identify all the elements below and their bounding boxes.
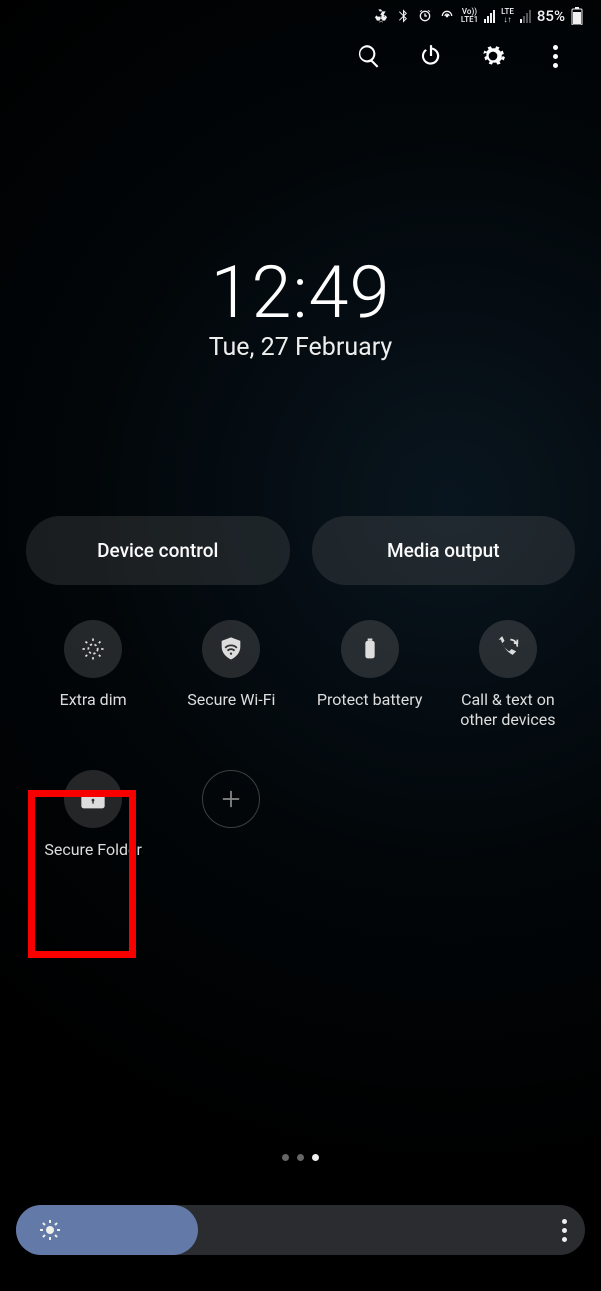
sun-icon — [38, 1218, 62, 1242]
status-bar: Vo)) LTE1 LTE ↓↑ 85% — [0, 0, 601, 28]
plus-icon — [202, 770, 260, 828]
call-sync-icon — [479, 620, 537, 678]
extra-dim-icon — [64, 620, 122, 678]
tile-label: Protect battery — [317, 690, 423, 710]
gear-icon — [480, 43, 506, 69]
device-control-label: Device control — [97, 539, 218, 562]
brightness-fill — [16, 1205, 198, 1255]
secure-folder-icon — [64, 770, 122, 828]
more-vertical-icon — [553, 45, 558, 68]
secure-wifi-tile[interactable]: Secure Wi-Fi — [162, 620, 300, 730]
page-indicator — [0, 1154, 601, 1161]
search-button[interactable] — [355, 42, 383, 70]
settings-button[interactable] — [479, 42, 507, 70]
extra-dim-tile[interactable]: Extra dim — [24, 620, 162, 730]
tile-label — [229, 840, 233, 860]
more-button[interactable] — [541, 42, 569, 70]
brightness-more-button[interactable] — [562, 1219, 567, 1242]
signal-bars-1-icon — [484, 9, 495, 23]
search-icon — [356, 43, 382, 69]
battery-percent: 85% — [537, 7, 565, 25]
shield-wifi-icon — [202, 620, 260, 678]
volte-indicator: Vo)) LTE1 — [461, 8, 478, 24]
secure-folder-tile[interactable]: Secure Folder — [24, 770, 162, 860]
tile-label: Secure Folder — [44, 840, 142, 860]
battery-icon — [571, 7, 583, 25]
recycle-icon — [373, 8, 389, 24]
power-button[interactable] — [417, 42, 445, 70]
panel-action-row — [355, 42, 601, 70]
quick-tile-grid: Extra dim Secure Wi-Fi Protect battery C… — [24, 620, 577, 860]
hotspot-icon — [439, 8, 455, 24]
battery-protect-icon — [341, 620, 399, 678]
alarm-icon — [417, 8, 433, 24]
signal-bars-2-icon — [520, 9, 531, 23]
call-text-tile[interactable]: Call & text on other devices — [439, 620, 577, 730]
media-output-label: Media output — [387, 539, 500, 562]
lte-indicator: LTE ↓↑ — [501, 8, 514, 24]
power-icon — [418, 43, 444, 69]
brightness-slider[interactable] — [16, 1205, 585, 1255]
tile-label: Secure Wi-Fi — [187, 690, 275, 710]
clock-date: Tue, 27 February — [0, 333, 601, 362]
control-pill-row: Device control Media output — [26, 516, 575, 585]
tile-label: Extra dim — [60, 690, 127, 710]
clock-time: 12:49 — [0, 250, 601, 335]
bluetooth-icon — [395, 8, 411, 24]
add-tile-button[interactable] — [162, 770, 300, 860]
device-control-button[interactable]: Device control — [26, 516, 290, 585]
media-output-button[interactable]: Media output — [312, 516, 576, 585]
tile-label: Call & text on other devices — [443, 690, 573, 730]
clock-block: 12:49 Tue, 27 February — [0, 250, 601, 362]
protect-battery-tile[interactable]: Protect battery — [301, 620, 439, 730]
